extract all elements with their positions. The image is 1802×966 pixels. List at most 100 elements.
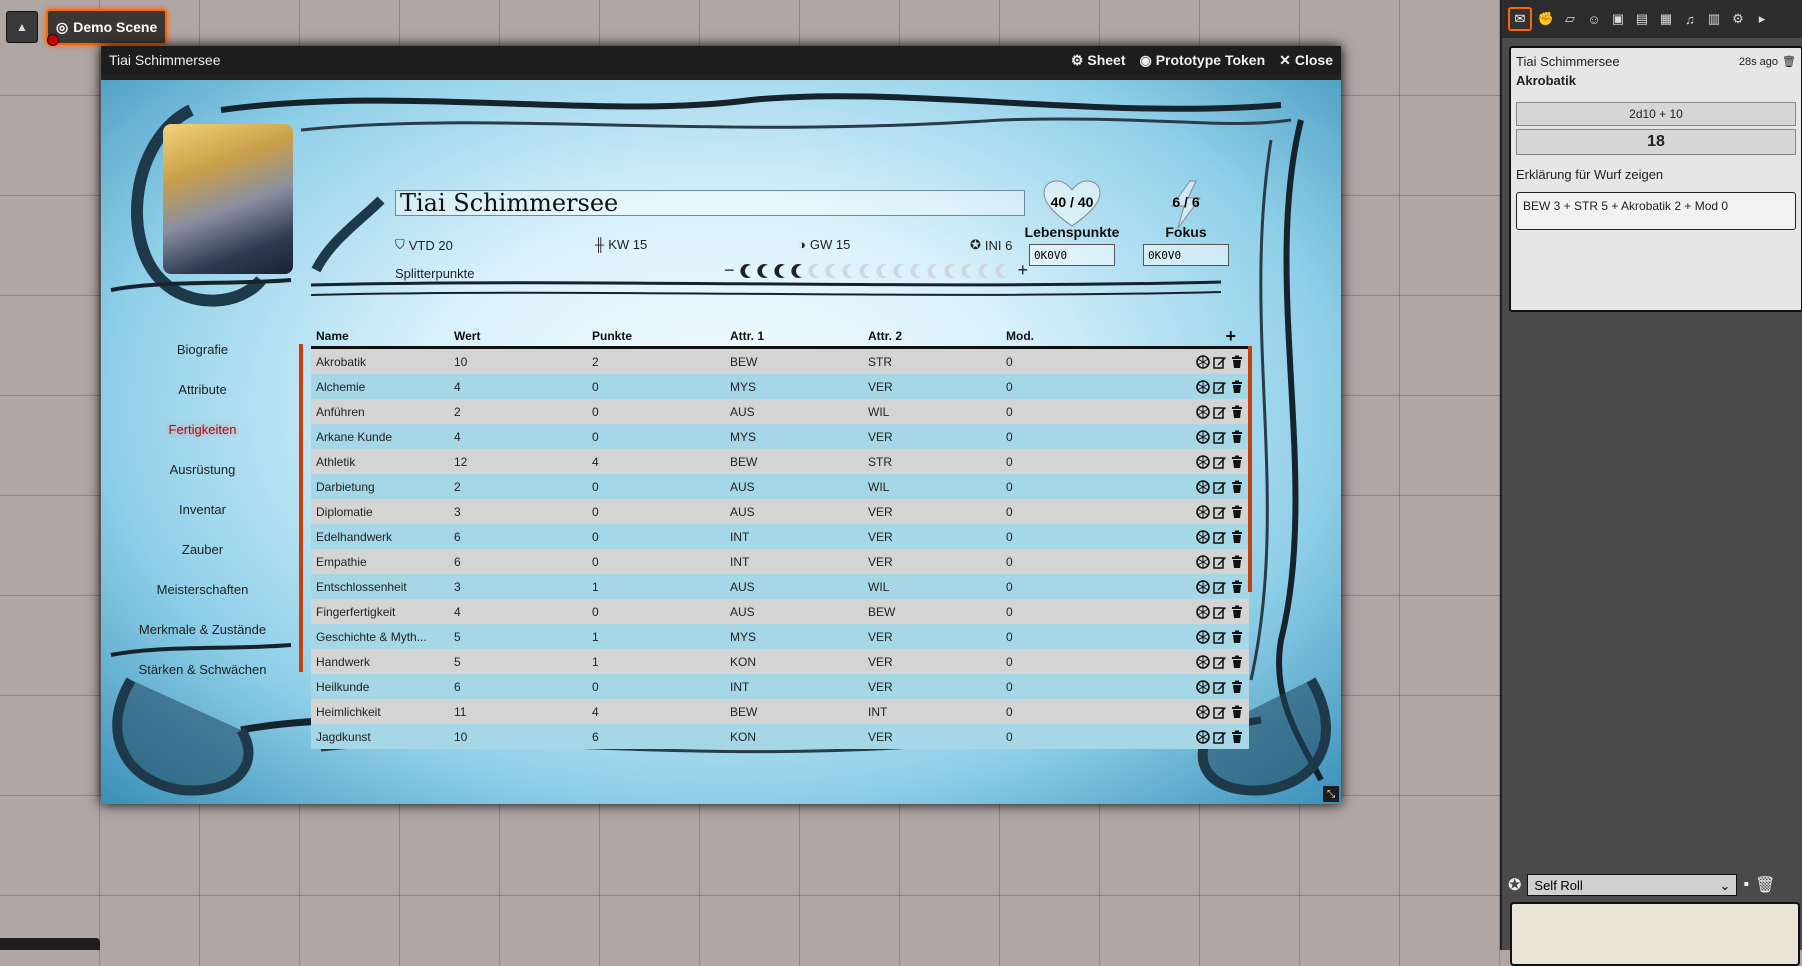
trash-icon[interactable] — [1230, 455, 1244, 469]
edit-icon[interactable] — [1213, 530, 1227, 544]
roll-dice-icon[interactable] — [1196, 429, 1210, 444]
nav-item[interactable]: Zauber — [115, 530, 290, 570]
trash-icon[interactable] — [1230, 580, 1244, 594]
skill-name[interactable]: Jagdkunst — [311, 730, 450, 744]
window-header[interactable]: Tiai Schimmersee ⚙ Sheet ◉ Prototype Token… — [101, 46, 1341, 74]
close-button[interactable]: ✕ Close — [1279, 52, 1333, 69]
roll-dice-icon[interactable] — [1196, 379, 1210, 394]
edit-icon[interactable] — [1213, 680, 1227, 694]
settings-tab-icon[interactable]: ⚙ — [1728, 9, 1748, 29]
roll-dice-icon[interactable] — [1196, 729, 1210, 744]
roll-dice-icon[interactable] — [1196, 579, 1210, 594]
trash-icon[interactable] — [1230, 605, 1244, 619]
skill-name[interactable]: Fingerfertigkeit — [311, 605, 450, 619]
focus-input[interactable]: 0K0V0 — [1143, 244, 1229, 266]
edit-icon[interactable] — [1213, 480, 1227, 494]
skill-name[interactable]: Handwerk — [311, 655, 450, 669]
trash-icon[interactable]: 🗑 — [1782, 55, 1796, 68]
header-attr1[interactable]: Attr. 1 — [726, 329, 864, 343]
scene-tab-demo[interactable]: ◎ Demo Scene — [46, 9, 168, 45]
moon-empty-icon[interactable] — [977, 263, 994, 279]
trash-icon[interactable] — [1230, 680, 1244, 694]
moon-empty-icon[interactable] — [824, 263, 841, 279]
trash-icon[interactable] — [1230, 480, 1244, 494]
moon-empty-icon[interactable] — [807, 263, 824, 279]
edit-icon[interactable] — [1213, 630, 1227, 644]
skill-name[interactable]: Darbietung — [311, 480, 450, 494]
skill-name[interactable]: Anführen — [311, 405, 450, 419]
roll-dice-icon[interactable] — [1196, 554, 1210, 569]
moon-empty-icon[interactable] — [875, 263, 892, 279]
skill-name[interactable]: Heimlichkeit — [311, 705, 450, 719]
character-name-input[interactable]: Tiai Schimmersee — [395, 190, 1025, 216]
edit-icon[interactable] — [1213, 705, 1227, 719]
roll-mode-select[interactable]: Self Roll ⌄ — [1527, 874, 1738, 896]
header-punkte[interactable]: Punkte — [588, 329, 726, 343]
trash-icon[interactable] — [1230, 705, 1244, 719]
collapse-sidebar-icon[interactable]: ▸ — [1752, 9, 1772, 29]
skill-name[interactable]: Geschichte & Myth... — [311, 630, 450, 644]
tables-tab-icon[interactable]: ▦ — [1656, 9, 1676, 29]
hotbar[interactable] — [0, 938, 100, 950]
roll-dice-icon[interactable] — [1196, 529, 1210, 544]
d20-icon[interactable]: ✪ — [1508, 875, 1521, 895]
nav-scrollbar[interactable] — [299, 344, 303, 672]
add-skill-button[interactable]: + — [1196, 326, 1236, 347]
skill-name[interactable]: Entschlossenheit — [311, 580, 450, 594]
edit-icon[interactable] — [1213, 730, 1227, 744]
compendium-tab-icon[interactable]: ▥ — [1704, 9, 1724, 29]
table-scrollbar[interactable] — [1248, 346, 1252, 592]
journal-tab-icon[interactable]: ▤ — [1632, 9, 1652, 29]
edit-icon[interactable] — [1213, 355, 1227, 369]
trash-icon[interactable] — [1230, 730, 1244, 744]
trash-icon[interactable] — [1230, 380, 1244, 394]
nav-item[interactable]: Ausrüstung — [115, 450, 290, 490]
trash-icon[interactable] — [1230, 630, 1244, 644]
moon-empty-icon[interactable] — [926, 263, 943, 279]
nav-item[interactable]: Attribute — [115, 370, 290, 410]
moon-empty-icon[interactable] — [892, 263, 909, 279]
roll-dice-icon[interactable] — [1196, 604, 1210, 619]
moon-empty-icon[interactable] — [994, 263, 1011, 279]
trash-icon[interactable] — [1230, 505, 1244, 519]
edit-icon[interactable] — [1213, 380, 1227, 394]
moon-filled-icon[interactable] — [790, 263, 807, 279]
resize-handle[interactable]: ⤡ — [1323, 786, 1339, 802]
edit-icon[interactable] — [1213, 655, 1227, 669]
edit-icon[interactable] — [1213, 580, 1227, 594]
trash-icon[interactable] — [1230, 555, 1244, 569]
dice-formula[interactable]: 2d10 + 10 — [1516, 102, 1796, 126]
skill-name[interactable]: Heilkunde — [311, 680, 450, 694]
trash-icon[interactable] — [1230, 430, 1244, 444]
dice-total[interactable]: 18 — [1516, 129, 1796, 155]
scenes-tab-icon[interactable]: ▱ — [1560, 9, 1580, 29]
header-mod[interactable]: Mod. — [1002, 329, 1196, 343]
nav-item[interactable]: Merkmale & Zustände — [115, 610, 290, 650]
roll-dice-icon[interactable] — [1196, 704, 1210, 719]
nav-item[interactable]: Stärken & Schwächen — [115, 650, 290, 690]
edit-icon[interactable] — [1213, 455, 1227, 469]
chat-tab-icon[interactable]: ✉ — [1508, 7, 1532, 31]
save-icon[interactable]: ▪ — [1743, 876, 1749, 894]
moon-filled-icon[interactable] — [773, 263, 790, 279]
skill-name[interactable]: Empathie — [311, 555, 450, 569]
nav-item[interactable]: Biografie — [115, 330, 290, 370]
edit-icon[interactable] — [1213, 505, 1227, 519]
edit-icon[interactable] — [1213, 405, 1227, 419]
nav-item[interactable]: Inventar — [115, 490, 290, 530]
splitter-decrease-button[interactable]: − — [724, 260, 735, 281]
trash-icon[interactable]: 🗑 — [1755, 875, 1775, 895]
trash-icon[interactable] — [1230, 355, 1244, 369]
skill-name[interactable]: Alchemie — [311, 380, 450, 394]
moon-filled-icon[interactable] — [756, 263, 773, 279]
moon-empty-icon[interactable] — [858, 263, 875, 279]
skill-name[interactable]: Arkane Kunde — [311, 430, 450, 444]
edit-icon[interactable] — [1213, 430, 1227, 444]
trash-icon[interactable] — [1230, 530, 1244, 544]
skill-name[interactable]: Athletik — [311, 455, 450, 469]
header-name[interactable]: Name — [311, 329, 450, 343]
roll-dice-icon[interactable] — [1196, 454, 1210, 469]
sheet-config-button[interactable]: ⚙ Sheet — [1071, 52, 1126, 69]
health-input[interactable]: 0K0V0 — [1029, 244, 1115, 266]
moon-filled-icon[interactable] — [739, 263, 756, 279]
